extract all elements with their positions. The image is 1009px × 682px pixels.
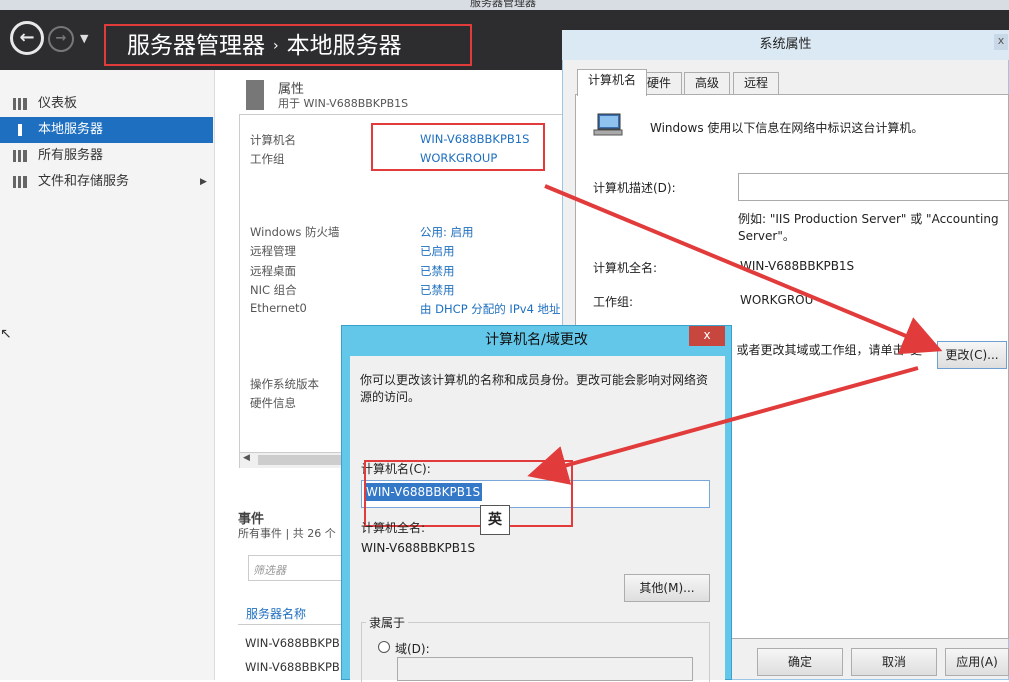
- full-name-value: WIN-V688BBKPB1S: [740, 259, 855, 273]
- property-label: Windows 防火墙: [250, 225, 340, 239]
- divider: [238, 624, 348, 625]
- sidebar-item-label: 本地服务器: [38, 122, 104, 137]
- property-label: Ethernet0: [250, 301, 307, 315]
- firewall-link[interactable]: 公用: 启用: [420, 224, 474, 240]
- property-label: 工作组: [250, 152, 285, 166]
- sidebar-item-label: 文件和存储服务: [38, 174, 130, 189]
- server-icon: [18, 124, 22, 136]
- property-label: 操作系统版本: [250, 377, 319, 391]
- ethernet-link[interactable]: 由 DHCP 分配的 IPv4 地址: [420, 301, 565, 317]
- sidebar-item-label: 仪表板: [38, 96, 78, 111]
- full-name-label: 计算机全名:: [361, 521, 426, 535]
- chevron-right-icon[interactable]: ▶: [200, 169, 207, 195]
- full-name-value: WIN-V688BBKPB1S: [361, 541, 476, 555]
- member-of-label: 隶属于: [366, 614, 409, 631]
- table-row[interactable]: WIN-V688BBKPB: [245, 660, 340, 674]
- back-arrow-icon[interactable]: ←: [10, 21, 44, 55]
- system-intro-text: Windows 使用以下信息在网络中标识这台计算机。: [650, 121, 924, 135]
- domain-input[interactable]: [397, 657, 693, 681]
- full-name-label: 计算机全名:: [593, 261, 658, 275]
- close-icon[interactable]: x: [994, 34, 1008, 50]
- remote-management-link[interactable]: 已启用: [420, 243, 455, 259]
- tab-remote[interactable]: 远程: [733, 72, 780, 94]
- change-dialog-title: 计算机名/域更改: [485, 332, 588, 348]
- computer-icon: [593, 113, 623, 136]
- annotation-box-computer-name: [371, 123, 545, 171]
- properties-icon: [246, 80, 264, 110]
- annotation-box-name-input: [364, 460, 573, 527]
- ok-button[interactable]: 确定: [757, 648, 843, 676]
- annotation-box-breadcrumb: [104, 24, 472, 66]
- workgroup-value: WORKGROU: [740, 293, 814, 307]
- mouse-cursor-icon: ↖: [0, 326, 12, 342]
- storage-icon: [13, 176, 27, 188]
- change-dialog-intro: 你可以更改该计算机的名称和成员身份。更改可能会影响对网络资源的访问。: [360, 373, 709, 404]
- property-label: 计算机名: [250, 133, 296, 147]
- apply-button[interactable]: 应用(A): [945, 648, 1009, 676]
- forward-arrow-icon[interactable]: →: [48, 26, 74, 52]
- column-header-server-name[interactable]: 服务器名称: [246, 605, 306, 622]
- ime-indicator[interactable]: 英: [480, 505, 510, 535]
- sidebar-item-local-server[interactable]: 本地服务器: [0, 117, 213, 143]
- sidebar-item-label: 所有服务器: [38, 148, 104, 163]
- nic-teaming-link[interactable]: 已禁用: [420, 282, 455, 298]
- description-input[interactable]: [738, 173, 1009, 201]
- sidebar-item-all-servers[interactable]: 所有服务器: [0, 143, 213, 169]
- close-icon[interactable]: x: [689, 326, 725, 346]
- tab-advanced[interactable]: 高级: [684, 72, 731, 94]
- cancel-button[interactable]: 取消: [851, 648, 937, 676]
- change-instruction-text: 若要重命名这台计算机，或者更改其域或工作组，请单击"更: [732, 343, 922, 357]
- properties-subtitle: 用于 WIN-V688BBKPB1S: [278, 97, 409, 110]
- remote-desktop-link[interactable]: 已禁用: [420, 263, 455, 279]
- description-label: 计算机描述(D):: [593, 181, 676, 195]
- change-button[interactable]: 更改(C)...: [937, 341, 1007, 369]
- property-label: 硬件信息: [250, 396, 296, 410]
- scroll-left-icon[interactable]: ◀: [243, 453, 250, 463]
- property-label: 远程桌面: [250, 264, 296, 278]
- servers-icon: [13, 150, 27, 162]
- example-text: 例如: "IIS Production Server" 或 "Accountin…: [738, 212, 999, 243]
- sidebar-item-file-storage[interactable]: 文件和存储服务 ▶: [0, 169, 213, 195]
- sidebar: 仪表板 本地服务器 所有服务器 文件和存储服务 ▶: [0, 70, 215, 680]
- workgroup-label: 工作组:: [593, 295, 634, 309]
- window-title: 服务器管理器: [470, 0, 536, 9]
- table-row[interactable]: WIN-V688BBKPB: [245, 636, 340, 650]
- events-subtitle: 所有事件 | 共 26 个: [238, 527, 336, 540]
- other-button[interactable]: 其他(M)...: [624, 574, 710, 602]
- domain-radio[interactable]: [378, 641, 390, 653]
- history-dropdown-icon[interactable]: ▼: [80, 32, 88, 45]
- domain-radio-label: 域(D):: [395, 642, 430, 656]
- system-properties-title: 系统属性: [562, 30, 1009, 60]
- property-label: 远程管理: [250, 244, 296, 258]
- property-label: NIC 组合: [250, 283, 297, 297]
- sidebar-item-dashboard[interactable]: 仪表板: [0, 91, 213, 117]
- dashboard-grid-icon: [13, 98, 27, 110]
- tab-computer-name[interactable]: 计算机名: [577, 69, 648, 96]
